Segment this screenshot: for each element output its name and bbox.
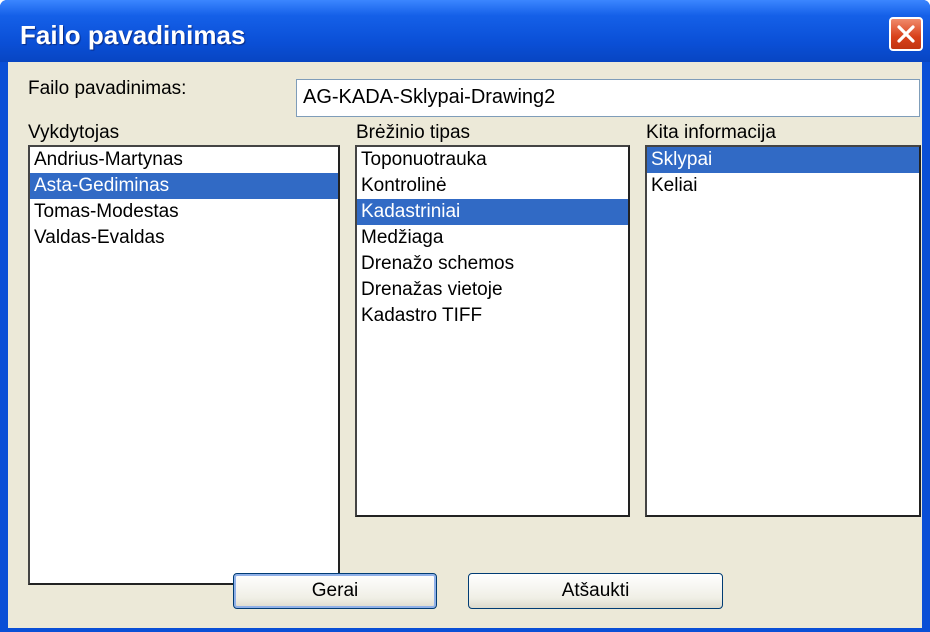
other-info-label: Kita informacija — [646, 122, 776, 143]
list-item[interactable]: Valdas-Evaldas — [30, 225, 338, 251]
list-item[interactable]: Drenažo schemos — [357, 251, 628, 277]
drawing-type-label: Brėžinio tipas — [356, 122, 471, 143]
executor-list[interactable]: Andrius-Martynas Asta-Gediminas Tomas-Mode… — [28, 145, 340, 585]
title-bar[interactable]: Failo pavadinimas — [0, 0, 930, 62]
executor-label: Vykdytojas — [28, 122, 120, 143]
list-item[interactable]: Tomas-Modestas — [30, 199, 338, 225]
dialog-window: Failo pavadinimas Failo pavadinimas: AG-… — [0, 0, 930, 632]
drawing-type-list[interactable]: Toponuotrauka Kontrolinė Kadastriniai Medži… — [355, 145, 630, 517]
list-item[interactable]: Medžiaga — [357, 225, 628, 251]
list-item[interactable]: Drenažas vietoje — [357, 277, 628, 303]
list-item[interactable]: Sklypai — [647, 147, 919, 173]
close-button[interactable] — [889, 17, 923, 51]
list-item[interactable]: Kadastriniai — [357, 199, 628, 225]
filename-field[interactable]: AG-KADA-Sklypai-Drawing2 — [296, 79, 920, 117]
ok-button[interactable]: Gerai — [233, 573, 437, 609]
dialog-body: Failo pavadinimas: AG-KADA-Sklypai-Drawi… — [8, 62, 922, 628]
list-item[interactable]: Toponuotrauka — [357, 147, 628, 173]
list-item[interactable]: Kadastro TIFF — [357, 303, 628, 329]
list-item[interactable]: Keliai — [647, 173, 919, 199]
other-info-list[interactable]: Sklypai Keliai — [645, 145, 921, 517]
list-item[interactable]: Asta-Gediminas — [30, 173, 338, 199]
list-item[interactable]: Kontrolinė — [357, 173, 628, 199]
close-icon — [897, 25, 915, 43]
list-item[interactable]: Andrius-Martynas — [30, 147, 338, 173]
window-title: Failo pavadinimas — [20, 20, 246, 50]
filename-label: Failo pavadinimas: — [28, 78, 187, 99]
cancel-button[interactable]: Atšaukti — [468, 573, 723, 609]
